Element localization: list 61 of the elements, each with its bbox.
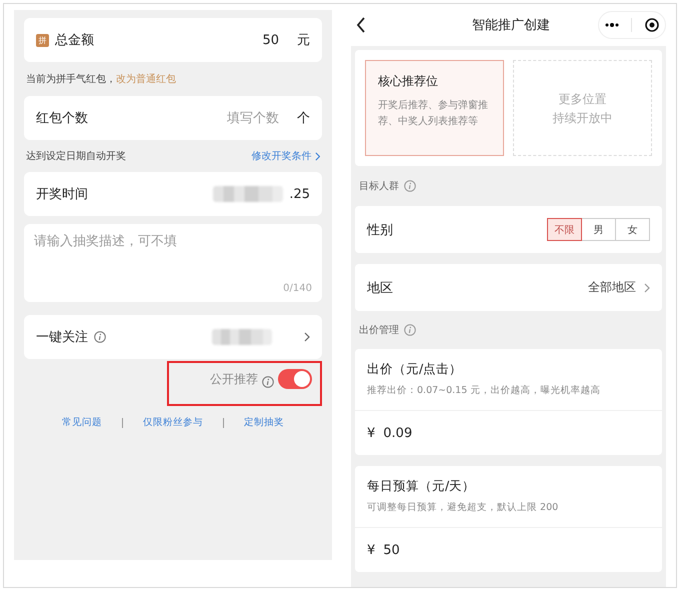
time-value: .25 <box>289 186 310 202</box>
draw-time-row[interactable]: 开奖时间 .25 <box>24 172 322 216</box>
slot-description: 持续开放中 <box>552 110 612 126</box>
toggle-label: 公开推荐 <box>210 371 258 388</box>
section-label: 出价管理 <box>359 324 399 337</box>
footer-link[interactable]: 常见问题 <box>62 416 102 429</box>
gender-option[interactable]: 女 <box>615 218 650 241</box>
section-label: 目标人群 <box>359 180 399 193</box>
region-row[interactable]: 地区 全部地区 <box>355 264 662 311</box>
count-label: 红包个数 <box>36 110 88 127</box>
slot-title: 更多位置 <box>558 90 606 108</box>
card-title: 出价（元/点击） <box>367 361 464 378</box>
hint-text: 推荐出价：0.07~0.15 元，出价越高，曝光机率越高 <box>367 384 602 397</box>
back-icon[interactable] <box>356 17 366 33</box>
amount-card[interactable]: 拼 总金额 50 元 <box>24 18 322 62</box>
chevron-right-icon <box>314 152 320 160</box>
info-icon[interactable] <box>404 180 416 192</box>
amount-value: 50 <box>383 542 400 558</box>
currency-symbol: ¥ <box>367 542 376 558</box>
amount-value: 50 <box>262 32 279 48</box>
note-text: 当前为拼手气红包， <box>26 72 116 86</box>
badge: 拼 <box>36 34 49 46</box>
placeholder-text: 请输入抽奖描述，可不填 <box>34 233 178 250</box>
hint-text: 可调整每日预算，避免超支，默认上限 200 <box>367 501 560 514</box>
toggle-switch[interactable] <box>278 369 312 389</box>
follow-label: 一键关注 <box>36 329 88 346</box>
amount-field[interactable]: ¥ 0.09 <box>355 411 662 455</box>
count-field[interactable]: 红包个数 填写个数 个 <box>24 96 322 140</box>
capsule-menu[interactable] <box>598 11 666 39</box>
page-title: 智能推广创建 <box>472 17 550 34</box>
amount-label: 总金额 <box>55 32 94 49</box>
amount-field[interactable]: ¥ 50 <box>355 528 662 572</box>
info-icon[interactable] <box>94 331 106 343</box>
slot-title: 核心推荐位 <box>378 73 438 90</box>
edit-conditions-link[interactable]: 修改开奖条件 <box>252 149 320 163</box>
draw-time-label: 开奖时间 <box>36 186 88 203</box>
blurred-value <box>212 329 272 345</box>
slot-description: 开奖后推荐、参与弹窗推荐、中奖人列表推荐等 <box>378 98 489 129</box>
placeholder-text: 填写个数 <box>227 110 279 127</box>
gender-label: 性别 <box>367 222 393 238</box>
unit-label: 元 <box>297 32 310 49</box>
blurred-value <box>213 186 284 202</box>
footer-link[interactable]: 仅限粉丝参与 <box>143 416 203 429</box>
more-icon[interactable] <box>605 23 620 27</box>
region-label: 地区 <box>367 280 393 296</box>
follow-row[interactable]: 一键关注 <box>24 315 322 359</box>
chevron-right-icon <box>644 282 650 292</box>
card-title: 每日预算（元/天） <box>367 478 476 495</box>
info-icon[interactable] <box>262 376 274 388</box>
unit-label: 个 <box>297 110 310 127</box>
currency-symbol: ¥ <box>367 426 376 440</box>
info-icon[interactable] <box>404 324 416 336</box>
gender-option[interactable]: 不限 <box>547 218 582 241</box>
region-value: 全部地区 <box>588 279 636 296</box>
gender-option[interactable]: 男 <box>581 218 616 241</box>
footer-link[interactable]: 定制抽奖 <box>244 416 284 429</box>
chevron-right-icon <box>304 332 310 342</box>
note-text: 达到设定日期自动开奖 <box>26 150 126 163</box>
recommend-slot[interactable]: 核心推荐位 开奖后推荐、参与弹窗推荐、中奖人列表推荐等 <box>365 60 504 156</box>
amount-value: 0.09 <box>383 426 412 440</box>
char-counter: 0/140 <box>283 283 312 294</box>
